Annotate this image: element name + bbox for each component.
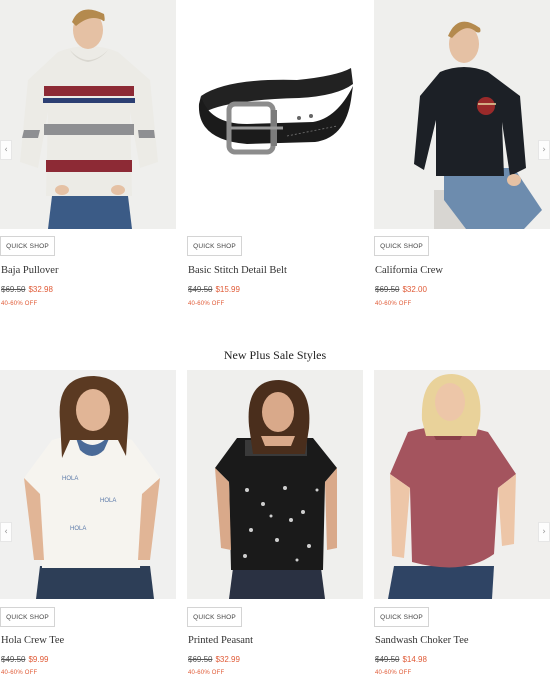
svg-text:HOLA: HOLA [70, 526, 86, 532]
chevron-left-icon: ‹ [4, 527, 8, 537]
chevron-right-icon: › [542, 527, 546, 537]
discount-label: 40-60% OFF [1, 301, 38, 307]
product-card[interactable]: ‹ QUICK SHOP Baja Pullover $69.50 $32.98 … [0, 0, 176, 320]
discount-label: 40-60% OFF [1, 670, 38, 676]
product-name[interactable]: Hola Crew Tee [1, 635, 64, 646]
product-prices: $49.50 $15.99 [188, 285, 240, 294]
product-image[interactable] [187, 0, 363, 229]
carousel-next-button[interactable]: › [538, 140, 550, 160]
belt-product-image [187, 0, 363, 229]
quick-shop-button[interactable]: QUICK SHOP [187, 236, 242, 256]
sale-price: $32.00 [402, 285, 427, 294]
chevron-right-icon: › [542, 145, 546, 155]
product-name[interactable]: Baja Pullover [1, 265, 58, 276]
carousel-prev-button[interactable]: ‹ [0, 140, 12, 160]
sale-price: $15.99 [215, 285, 240, 294]
product-image[interactable] [374, 370, 550, 599]
product-name[interactable]: California Crew [375, 265, 443, 276]
section-title: New Plus Sale Styles [223, 348, 327, 362]
sale-price: $9.99 [28, 655, 49, 664]
svg-text:HOLA: HOLA [100, 498, 116, 504]
quick-shop-button[interactable]: QUICK SHOP [0, 236, 55, 256]
sale-price: $32.99 [215, 655, 240, 664]
quick-shop-button[interactable]: QUICK SHOP [374, 236, 429, 256]
product-image[interactable] [0, 0, 176, 229]
quick-shop-button[interactable]: QUICK SHOP [0, 607, 55, 627]
product-name[interactable]: Sandwash Choker Tee [375, 635, 469, 646]
discount-label: 40-60% OFF [375, 670, 412, 676]
product-prices: $49.50 $9.99 [1, 655, 49, 664]
original-price: $49.50 [375, 655, 400, 664]
carousel-prev-button[interactable]: ‹ [0, 522, 12, 542]
product-card[interactable]: HOLA HOLA HOLA ‹ QUICK SHOP Hola Crew Te… [0, 370, 176, 679]
original-price: $69.50 [375, 285, 400, 294]
product-card[interactable]: QUICK SHOP Printed Peasant $69.50 $32.99 … [187, 370, 363, 679]
carousel-next-button[interactable]: › [538, 522, 550, 542]
crew-tee-model-image: HOLA HOLA HOLA [0, 370, 176, 599]
original-price: $49.50 [1, 655, 26, 664]
sale-price: $14.98 [402, 655, 427, 664]
product-prices: $49.50 $14.98 [375, 655, 427, 664]
product-card[interactable]: › QUICK SHOP Sandwash Choker Tee $49.50 $… [374, 370, 550, 679]
pullover-model-image [0, 0, 176, 229]
crew-model-image [374, 0, 550, 229]
chevron-left-icon: ‹ [4, 145, 8, 155]
peasant-top-model-image [187, 370, 363, 599]
product-prices: $69.50 $32.98 [1, 285, 53, 294]
original-price: $49.50 [188, 285, 213, 294]
original-price: $69.50 [188, 655, 213, 664]
original-price: $69.50 [1, 285, 26, 294]
discount-label: 40-60% OFF [375, 301, 412, 307]
product-prices: $69.50 $32.99 [188, 655, 240, 664]
choker-tee-model-image [374, 370, 550, 599]
svg-text:HOLA: HOLA [62, 476, 78, 482]
product-prices: $69.50 $32.00 [375, 285, 427, 294]
discount-label: 40-60% OFF [188, 301, 225, 307]
product-name[interactable]: Basic Stitch Detail Belt [188, 265, 287, 276]
product-image[interactable]: HOLA HOLA HOLA [0, 370, 176, 599]
sale-price: $32.98 [28, 285, 53, 294]
product-card[interactable]: QUICK SHOP Basic Stitch Detail Belt $49.… [187, 0, 363, 320]
product-row-2: HOLA HOLA HOLA ‹ QUICK SHOP Hola Crew Te… [0, 370, 550, 679]
discount-label: 40-60% OFF [188, 670, 225, 676]
quick-shop-button[interactable]: QUICK SHOP [187, 607, 242, 627]
product-image[interactable] [187, 370, 363, 599]
quick-shop-button[interactable]: QUICK SHOP [374, 607, 429, 627]
product-card[interactable]: › QUICK SHOP California Crew $69.50 $32.0… [374, 0, 550, 320]
product-image[interactable] [374, 0, 550, 229]
product-row-1: ‹ QUICK SHOP Baja Pullover $69.50 $32.98 … [0, 0, 550, 320]
product-name[interactable]: Printed Peasant [188, 635, 253, 646]
